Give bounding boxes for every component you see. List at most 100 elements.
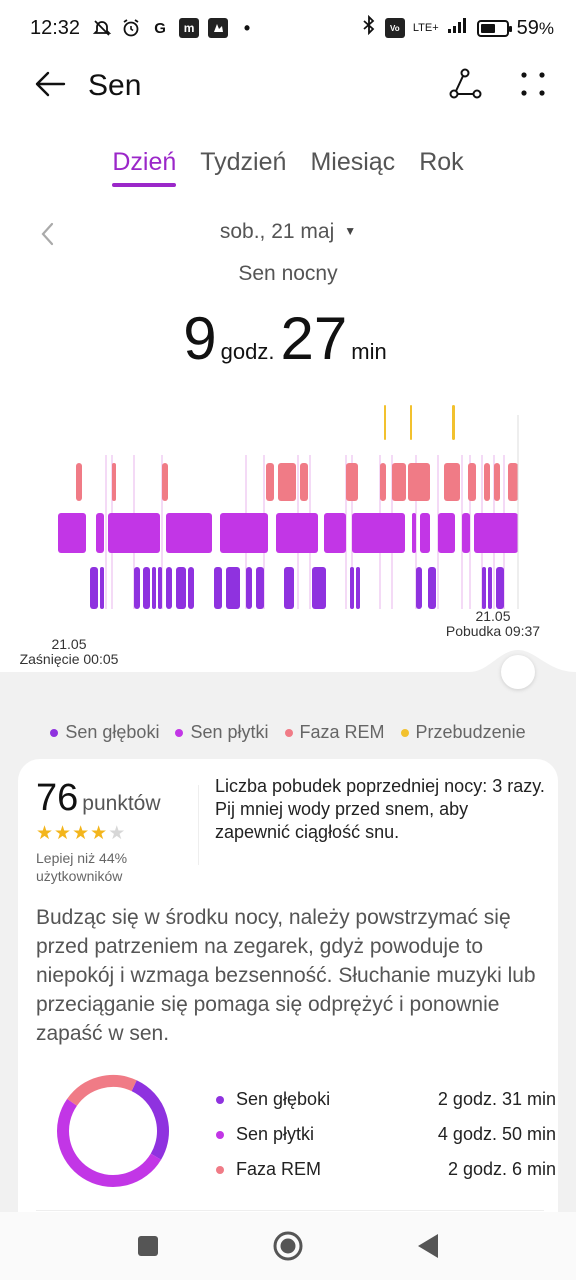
m-icon: m — [179, 18, 200, 38]
star-filled-icon: ★ — [54, 823, 73, 844]
rem-segment — [494, 463, 500, 501]
light-sleep-segment — [276, 513, 318, 553]
duration-minutes: 27 — [280, 305, 348, 372]
deep-sleep-segment — [188, 567, 194, 609]
score-block: 76 punktów ★★★★★ Lepiej niż 44% użytkowni… — [36, 777, 196, 885]
light-sleep-segment — [412, 513, 416, 553]
wake-count-message: Liczba pobudek poprzedniej nocy: 3 razy.… — [215, 776, 545, 842]
light-sleep-segment — [166, 513, 212, 553]
donut-segment — [67, 1075, 137, 1106]
awake-segment — [384, 405, 386, 440]
deep-sleep-segment — [166, 567, 172, 609]
light-sleep-segment — [108, 513, 160, 553]
status-time: 12:32 — [30, 16, 81, 39]
light-sleep-segment — [96, 513, 104, 553]
rem-segment — [408, 463, 430, 501]
deep-sleep-segment — [488, 567, 492, 609]
rem-segment — [508, 463, 518, 501]
status-notification-icons: G m • — [92, 18, 257, 38]
bluetooth-icon — [361, 14, 377, 41]
legend-awake: Przebudzenie — [400, 722, 526, 743]
stage-dot — [216, 1165, 224, 1174]
rem-segment — [468, 463, 476, 501]
rem-segment — [162, 463, 168, 501]
share-icon[interactable] — [448, 68, 482, 105]
sleep-hypnogram: 21.05 Zaśnięcie 00:05 21.05 Pobudka 09:3… — [0, 395, 576, 675]
volte-icon: Vo — [384, 18, 405, 38]
star-filled-icon: ★ — [36, 823, 55, 844]
rem-segment — [346, 463, 358, 501]
system-nav-bar — [0, 1212, 576, 1280]
divider — [36, 1210, 544, 1211]
deep-sleep-segment — [496, 567, 504, 609]
divider — [198, 785, 199, 865]
deep-sleep-segment — [350, 567, 354, 609]
deep-sleep-segment — [226, 567, 240, 609]
network-label: LTE+ — [412, 22, 439, 34]
light-sleep-segment — [324, 513, 346, 553]
deep-sleep-segment — [428, 567, 436, 609]
light-sleep-segment — [352, 513, 405, 553]
page-title: Sen — [88, 69, 142, 102]
legend-dot — [284, 728, 293, 737]
deep-sleep-segment — [312, 567, 326, 609]
score-value: 76 — [36, 777, 79, 819]
deep-sleep-segment — [214, 567, 222, 609]
light-sleep-segment — [58, 513, 86, 553]
signal-icon — [447, 16, 469, 40]
sleep-duration: 9 godz. 27 min — [0, 304, 576, 373]
back-arrow-icon[interactable] — [34, 70, 66, 103]
home-button[interactable] — [268, 1226, 308, 1266]
legend-deep: Sen głęboki — [50, 722, 159, 743]
stage-row-light: Sen płytki 4 godz. 50 min — [216, 1117, 556, 1152]
rem-segment — [76, 463, 82, 501]
score-unit: punktów — [82, 792, 161, 815]
status-right: Vo LTE+ 59% — [361, 14, 554, 41]
rem-segment — [392, 463, 406, 501]
deep-sleep-segment — [134, 567, 140, 609]
stage-breakdown: Sen głęboki 2 godz. 31 min Sen płytki 4 go… — [216, 1082, 556, 1187]
stage-row-deep: Sen głęboki 2 godz. 31 min — [216, 1082, 556, 1117]
awake-segment — [452, 405, 455, 440]
tab-week[interactable]: Tydzień — [200, 148, 286, 187]
sleep-type-label: Sen nocny — [238, 262, 338, 285]
battery-icon — [476, 19, 512, 37]
rem-segment — [112, 463, 116, 501]
deep-sleep-segment — [176, 567, 186, 609]
awake-segment — [410, 405, 412, 440]
deep-sleep-segment — [416, 567, 422, 609]
date-bar: sob., 21 maj ▼ — [0, 214, 576, 254]
light-sleep-segment — [462, 513, 470, 553]
deep-sleep-segment — [152, 567, 156, 609]
sleep-tip: Budząc się w środku nocy, należy powstrz… — [36, 906, 536, 1045]
rem-segment — [266, 463, 274, 501]
date-label: sob., 21 maj — [219, 220, 335, 243]
light-sleep-segment — [220, 513, 268, 553]
duration-hours-unit: godz. — [220, 339, 275, 364]
rem-segment — [444, 463, 460, 501]
back-button[interactable] — [408, 1226, 448, 1266]
light-sleep-segment — [474, 513, 518, 553]
duration-hours: 9 — [183, 305, 217, 372]
recents-button[interactable] — [128, 1226, 168, 1266]
tab-day[interactable]: Dzień — [112, 148, 176, 187]
star-empty-icon: ★ — [108, 823, 127, 844]
panel-edge — [0, 650, 576, 700]
date-selector[interactable]: sob., 21 maj ▼ — [0, 220, 576, 244]
tab-month[interactable]: Miesiąc — [310, 148, 395, 187]
stage-dot — [216, 1095, 224, 1104]
deep-sleep-segment — [100, 567, 104, 609]
battery-percent: 59% — [516, 16, 554, 39]
star-filled-icon: ★ — [90, 823, 109, 844]
more-icon[interactable] — [520, 71, 546, 102]
wake-label: 21.05 Pobudka 09:37 — [438, 609, 548, 639]
timeline-scrubber[interactable] — [501, 655, 535, 689]
tab-year[interactable]: Rok — [419, 148, 463, 187]
legend-dot — [50, 728, 59, 737]
legend-rem: Faza REM — [284, 722, 385, 743]
deep-sleep-segment — [482, 567, 486, 609]
deep-sleep-segment — [158, 567, 162, 609]
score-stars: ★★★★★ — [36, 822, 196, 845]
legend-dot — [400, 728, 409, 737]
rem-segment — [380, 463, 386, 501]
